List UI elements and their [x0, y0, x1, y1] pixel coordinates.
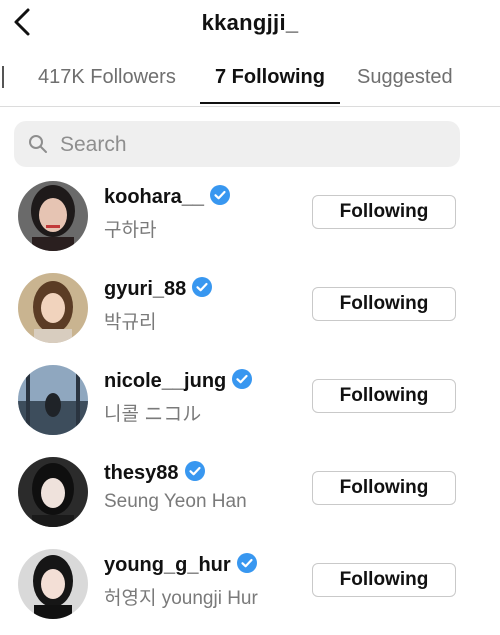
list-item: gyuri_88 박규리 Following — [0, 273, 500, 359]
username[interactable]: thesy88 — [104, 461, 205, 487]
tab-previous-edge[interactable] — [2, 66, 4, 88]
search-input[interactable] — [58, 129, 442, 161]
verified-badge-icon — [232, 369, 253, 395]
username[interactable]: koohara__ — [104, 185, 231, 211]
search-icon — [29, 135, 47, 153]
following-button[interactable]: Following — [312, 471, 456, 505]
list-item: koohara__ 구하라 Following — [0, 181, 500, 267]
username-text: young_g_hur — [104, 554, 231, 576]
list-item: nicole__jung 니콜 ニコル Following — [0, 365, 500, 451]
username-text: gyuri_88 — [104, 278, 187, 300]
tab-following[interactable]: 7 Following — [215, 66, 325, 89]
following-button[interactable]: Following — [312, 563, 456, 597]
avatar[interactable] — [18, 457, 88, 527]
tab-bar: 417K Followers 7 Following Suggested — [0, 58, 500, 107]
username[interactable]: nicole__jung — [104, 369, 253, 395]
username[interactable]: gyuri_88 — [104, 277, 213, 303]
username[interactable]: young_g_hur — [104, 553, 257, 579]
verified-badge-icon — [210, 185, 231, 211]
tab-suggested[interactable]: Suggested — [357, 66, 453, 89]
list-item: young_g_hur 허영지 youngji Hur Following — [0, 549, 500, 635]
tab-followers[interactable]: 417K Followers — [38, 66, 176, 89]
following-button[interactable]: Following — [312, 379, 456, 413]
username-text: nicole__jung — [104, 370, 227, 392]
active-tab-indicator — [200, 102, 340, 104]
list-item: thesy88 Seung Yeon Han Following — [0, 457, 500, 543]
verified-badge-icon — [184, 461, 205, 487]
following-button[interactable]: Following — [312, 287, 456, 321]
page-title: kkangjji_ — [201, 10, 299, 35]
username-text: koohara__ — [104, 186, 205, 208]
top-bar: kkangjji_ — [0, 0, 500, 48]
verified-badge-icon — [236, 553, 257, 579]
username-text: thesy88 — [104, 462, 179, 484]
avatar[interactable] — [18, 365, 88, 435]
full-name: 니콜 ニコル — [104, 404, 202, 425]
full-name: Seung Yeon Han — [104, 491, 247, 512]
full-name: 허영지 youngji Hur — [104, 588, 258, 609]
avatar[interactable] — [18, 181, 88, 251]
search-bar[interactable] — [14, 121, 460, 167]
avatar[interactable] — [18, 273, 88, 343]
full-name: 박규리 — [104, 312, 157, 333]
following-button[interactable]: Following — [312, 195, 456, 229]
avatar[interactable] — [18, 549, 88, 619]
full-name: 구하라 — [104, 220, 157, 241]
verified-badge-icon — [192, 277, 213, 303]
